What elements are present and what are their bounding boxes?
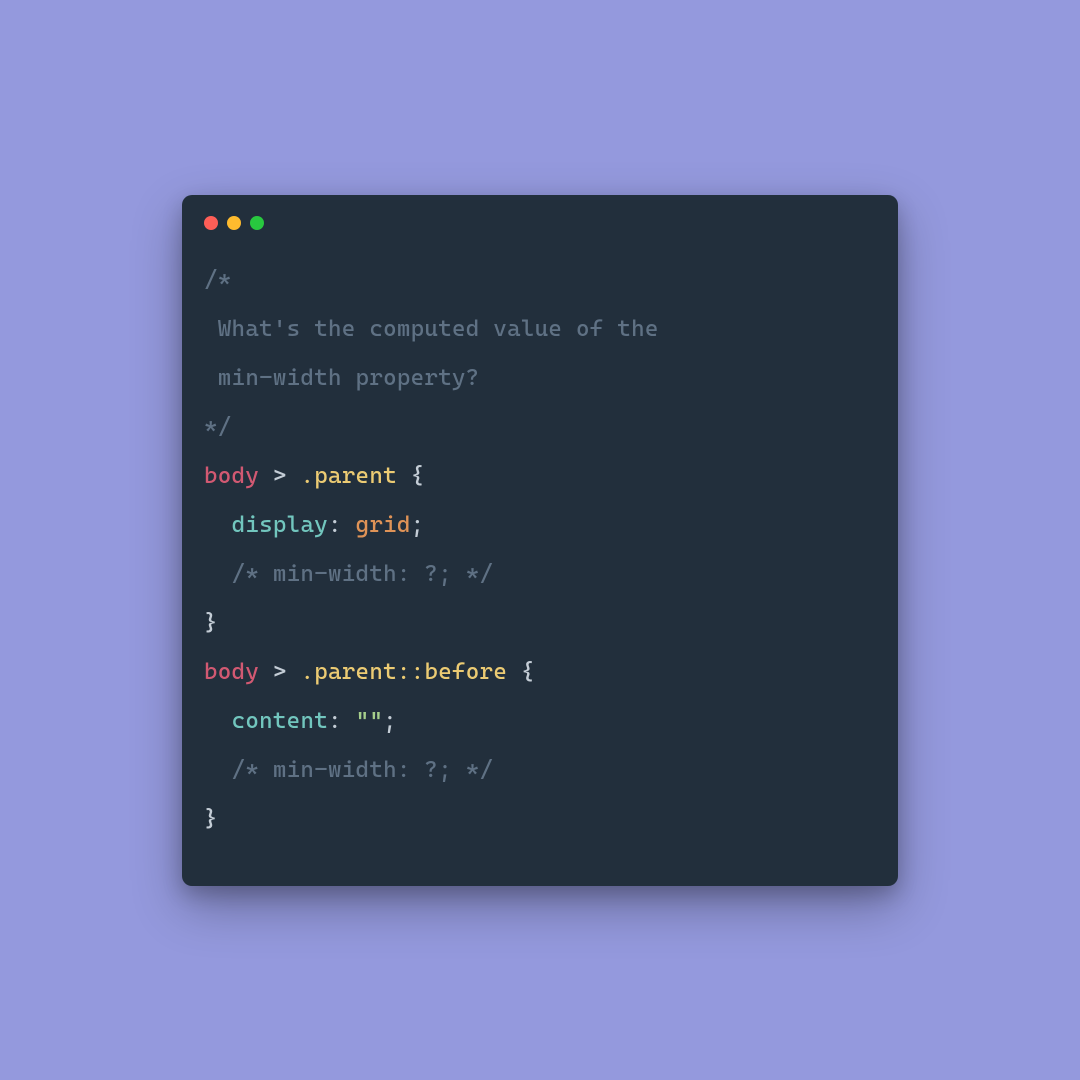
indent: [204, 708, 232, 734]
inline-comment: /* min-width: ?; */: [204, 757, 493, 783]
colon: :: [328, 708, 356, 734]
semicolon: ;: [383, 708, 397, 734]
inline-comment: /* min-width: ?; */: [204, 561, 493, 587]
selector-tag: body: [204, 659, 259, 685]
pseudo-element: ::before: [397, 659, 507, 685]
minimize-icon[interactable]: [227, 216, 241, 230]
window-titlebar: [182, 195, 898, 244]
value: grid: [356, 512, 411, 538]
string-value: "": [356, 708, 384, 734]
brace-open: {: [397, 463, 425, 489]
comment-line: min-width property?: [204, 365, 480, 391]
brace-open: {: [507, 659, 535, 685]
indent: [204, 512, 232, 538]
selector-class: .parent: [300, 659, 396, 685]
code-block: /* What's the computed value of the min-…: [182, 244, 898, 886]
combinator: >: [259, 659, 300, 685]
code-window: /* What's the computed value of the min-…: [182, 195, 898, 886]
comment-close: */: [204, 414, 232, 440]
comment-open: /*: [204, 267, 232, 293]
close-icon[interactable]: [204, 216, 218, 230]
comment-line: What's the computed value of the: [204, 316, 659, 342]
brace-close: }: [204, 806, 218, 832]
colon: :: [328, 512, 356, 538]
maximize-icon[interactable]: [250, 216, 264, 230]
selector-class: .parent: [300, 463, 396, 489]
semicolon: ;: [411, 512, 425, 538]
combinator: >: [259, 463, 300, 489]
property: content: [232, 708, 328, 734]
property: display: [232, 512, 328, 538]
brace-close: }: [204, 610, 218, 636]
selector-tag: body: [204, 463, 259, 489]
